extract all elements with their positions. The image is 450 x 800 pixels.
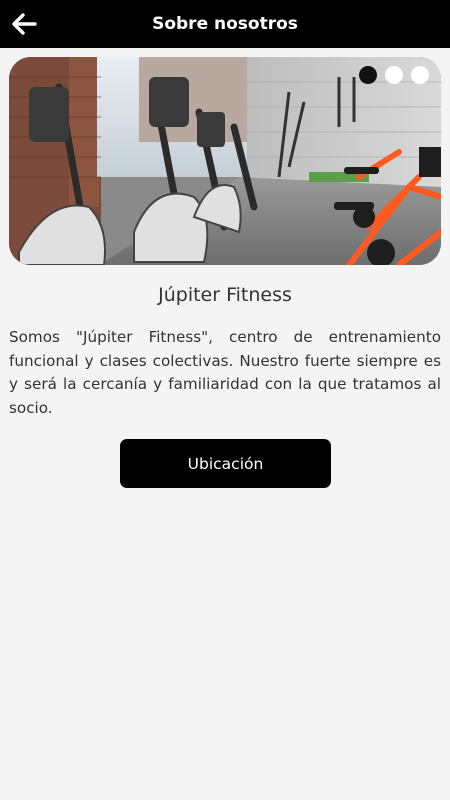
carousel-dot[interactable] [411, 66, 429, 84]
image-carousel[interactable] [9, 57, 441, 265]
carousel-dot[interactable] [359, 66, 377, 84]
about-description: Somos "Júpiter Fitness", centro de entre… [9, 328, 441, 417]
carousel-dot[interactable] [385, 66, 403, 84]
gym-interior-photo [9, 57, 441, 265]
location-button[interactable]: Ubicación [120, 439, 331, 488]
gym-name-title: Júpiter Fitness [158, 284, 292, 306]
app-screen: Sobre nosotros Júpiter Fitness Somos "Jú… [0, 0, 450, 800]
page-title: Sobre nosotros [152, 14, 298, 34]
carousel-indicators [359, 66, 429, 84]
top-app-bar: Sobre nosotros [0, 0, 450, 48]
